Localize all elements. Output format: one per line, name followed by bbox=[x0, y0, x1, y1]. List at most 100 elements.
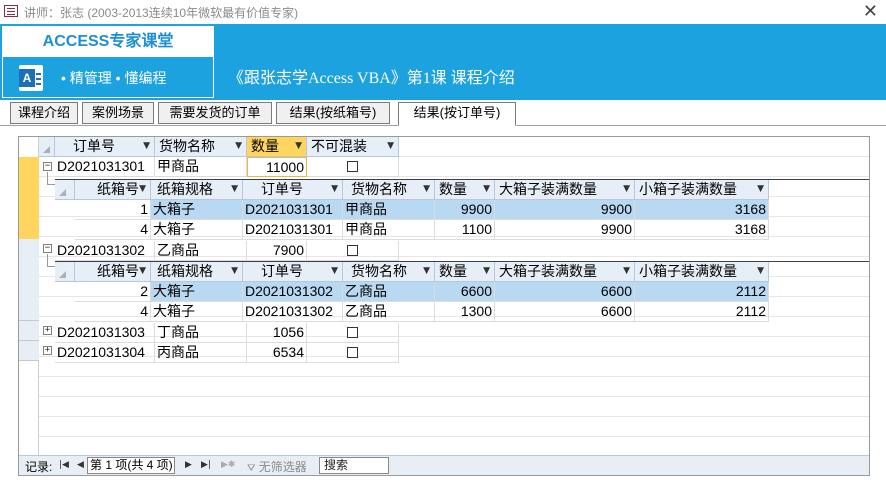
dropdown-arrow-icon[interactable]: ▼ bbox=[483, 180, 490, 199]
big-box-full-cell[interactable]: 6600 bbox=[495, 282, 635, 302]
small-box-full-cell[interactable]: 3168 bbox=[635, 220, 769, 240]
sub-header-big-box-full[interactable]: 大箱子装满数量 ▼ bbox=[495, 180, 635, 200]
dropdown-arrow-icon[interactable]: ▼ bbox=[757, 262, 764, 281]
select-all-corner[interactable] bbox=[39, 137, 55, 157]
dropdown-arrow-icon[interactable]: ▼ bbox=[423, 262, 430, 281]
order-id-cell[interactable]: D2021031301 bbox=[243, 220, 343, 240]
no-filter-indicator[interactable]: ⛛ 无筛选器 bbox=[247, 458, 307, 475]
dropdown-arrow-icon[interactable]: ▼ bbox=[757, 180, 764, 199]
sub-header-box-no[interactable]: 纸箱号 ▼ bbox=[75, 180, 151, 200]
box-no-cell[interactable]: 1 bbox=[75, 200, 151, 220]
goods-name-cell[interactable]: 丁商品 bbox=[155, 323, 247, 343]
sub-header-goods-name[interactable]: 货物名称 ▼ bbox=[343, 180, 435, 200]
subform-select-all[interactable] bbox=[55, 180, 75, 200]
quantity-cell[interactable]: 6600 bbox=[435, 282, 495, 302]
no-mix-checkbox[interactable] bbox=[347, 161, 358, 172]
collapse-icon[interactable]: − bbox=[43, 244, 52, 253]
order-id-cell[interactable]: D2021031302 bbox=[243, 302, 343, 322]
no-mix-checkbox[interactable] bbox=[347, 347, 358, 358]
order-id-cell[interactable]: D2021031302 bbox=[55, 241, 155, 261]
dropdown-arrow-icon[interactable]: ▼ bbox=[143, 137, 150, 156]
dropdown-arrow-icon[interactable]: ▼ bbox=[331, 180, 338, 199]
small-box-full-cell[interactable]: 3168 bbox=[635, 200, 769, 220]
goods-name-cell[interactable]: 乙商品 bbox=[155, 241, 247, 261]
sub-header-quantity[interactable]: 数量 ▼ bbox=[435, 262, 495, 282]
quantity-cell[interactable]: 6534 bbox=[247, 343, 307, 363]
dropdown-arrow-icon[interactable]: ▼ bbox=[623, 180, 630, 199]
record-selector[interactable] bbox=[19, 321, 39, 341]
small-box-full-cell[interactable]: 2112 bbox=[635, 282, 769, 302]
goods-name-cell[interactable]: 甲商品 bbox=[343, 200, 435, 220]
big-box-full-cell[interactable]: 9900 bbox=[495, 200, 635, 220]
sub-header-order-id[interactable]: 订单号 ▼ bbox=[243, 180, 343, 200]
no-mix-cell[interactable] bbox=[307, 241, 399, 261]
dropdown-arrow-icon[interactable]: ▼ bbox=[235, 137, 242, 156]
sub-header-box-no[interactable]: 纸箱号 ▼ bbox=[75, 262, 151, 282]
tab-orders-to-ship[interactable]: 需要发货的订单 bbox=[158, 102, 272, 124]
expand-icon[interactable]: + bbox=[43, 346, 52, 355]
order-id-cell[interactable]: D2021031303 bbox=[55, 323, 155, 343]
small-box-full-cell[interactable]: 2112 bbox=[635, 302, 769, 322]
goods-name-cell[interactable]: 甲商品 bbox=[343, 220, 435, 240]
dropdown-arrow-icon[interactable]: ▼ bbox=[295, 137, 302, 156]
tab-course-intro[interactable]: 课程介绍 bbox=[10, 102, 78, 124]
collapse-icon[interactable]: − bbox=[43, 162, 52, 171]
column-header-order-id[interactable]: 订单号 ▼ bbox=[55, 137, 155, 157]
no-mix-cell[interactable] bbox=[307, 343, 399, 363]
no-mix-cell[interactable] bbox=[307, 323, 399, 343]
box-spec-cell[interactable]: 大箱子 bbox=[151, 282, 243, 302]
sub-header-box-spec[interactable]: 纸箱规格 ▼ bbox=[151, 180, 243, 200]
sub-header-goods-name[interactable]: 货物名称 ▼ bbox=[343, 262, 435, 282]
column-header-goods-name[interactable]: 货物名称 ▼ bbox=[155, 137, 247, 157]
first-record-icon[interactable]: |◀ bbox=[59, 460, 69, 470]
quantity-cell[interactable]: 1056 bbox=[247, 323, 307, 343]
order-id-cell[interactable]: D2021031304 bbox=[55, 343, 155, 363]
column-header-no-mix[interactable]: 不可混装 ▼ bbox=[307, 137, 399, 157]
goods-name-cell[interactable]: 丙商品 bbox=[155, 343, 247, 363]
box-spec-cell[interactable]: 大箱子 bbox=[151, 200, 243, 220]
quantity-cell[interactable]: 1300 bbox=[435, 302, 495, 322]
sub-header-small-box-full[interactable]: 小箱子装满数量 ▼ bbox=[635, 180, 769, 200]
dropdown-arrow-icon[interactable]: ▼ bbox=[139, 262, 146, 281]
search-input[interactable]: 搜索 bbox=[319, 457, 389, 474]
dropdown-arrow-icon[interactable]: ▼ bbox=[331, 262, 338, 281]
dropdown-arrow-icon[interactable]: ▼ bbox=[139, 180, 146, 199]
dropdown-arrow-icon[interactable]: ▼ bbox=[483, 262, 490, 281]
dropdown-arrow-icon[interactable]: ▼ bbox=[387, 137, 394, 156]
next-record-icon[interactable]: ▶ bbox=[185, 460, 192, 470]
sub-header-order-id[interactable]: 订单号 ▼ bbox=[243, 262, 343, 282]
box-no-cell[interactable]: 4 bbox=[75, 220, 151, 240]
no-mix-cell[interactable] bbox=[307, 157, 399, 177]
quantity-cell[interactable]: 1100 bbox=[435, 220, 495, 240]
dropdown-arrow-icon[interactable]: ▼ bbox=[623, 262, 630, 281]
tab-case-scenario[interactable]: 案例场景 bbox=[82, 102, 154, 124]
record-selector[interactable] bbox=[19, 239, 39, 321]
previous-record-icon[interactable]: ◀ bbox=[77, 460, 84, 470]
order-id-cell[interactable]: D2021031301 bbox=[243, 200, 343, 220]
box-spec-cell[interactable]: 大箱子 bbox=[151, 220, 243, 240]
sub-header-big-box-full[interactable]: 大箱子装满数量 ▼ bbox=[495, 262, 635, 282]
tab-result-by-box[interactable]: 结果(按纸箱号) bbox=[276, 102, 390, 124]
order-id-cell[interactable]: D2021031302 bbox=[243, 282, 343, 302]
expand-icon[interactable]: + bbox=[43, 326, 52, 335]
goods-name-cell[interactable]: 乙商品 bbox=[343, 282, 435, 302]
order-id-cell[interactable]: D2021031301 bbox=[55, 157, 155, 177]
big-box-full-cell[interactable]: 6600 bbox=[495, 302, 635, 322]
goods-name-cell[interactable]: 甲商品 bbox=[155, 157, 247, 177]
dropdown-arrow-icon[interactable]: ▼ bbox=[231, 262, 238, 281]
close-icon[interactable]: ✕ bbox=[863, 1, 878, 22]
no-mix-checkbox[interactable] bbox=[347, 245, 358, 256]
record-selector[interactable] bbox=[19, 341, 39, 361]
goods-name-cell[interactable]: 乙商品 bbox=[343, 302, 435, 322]
dropdown-arrow-icon[interactable]: ▼ bbox=[423, 180, 430, 199]
quantity-cell[interactable]: 11000 bbox=[247, 157, 307, 177]
column-header-quantity[interactable]: 数量 ▼ bbox=[247, 137, 307, 157]
box-no-cell[interactable]: 4 bbox=[75, 302, 151, 322]
box-no-cell[interactable]: 2 bbox=[75, 282, 151, 302]
record-selector-current[interactable] bbox=[19, 157, 39, 239]
quantity-cell[interactable]: 9900 bbox=[435, 200, 495, 220]
big-box-full-cell[interactable]: 9900 bbox=[495, 220, 635, 240]
sub-header-quantity[interactable]: 数量 ▼ bbox=[435, 180, 495, 200]
tab-result-by-order[interactable]: 结果(按订单号) bbox=[398, 102, 516, 126]
sub-header-small-box-full[interactable]: 小箱子装满数量 ▼ bbox=[635, 262, 769, 282]
